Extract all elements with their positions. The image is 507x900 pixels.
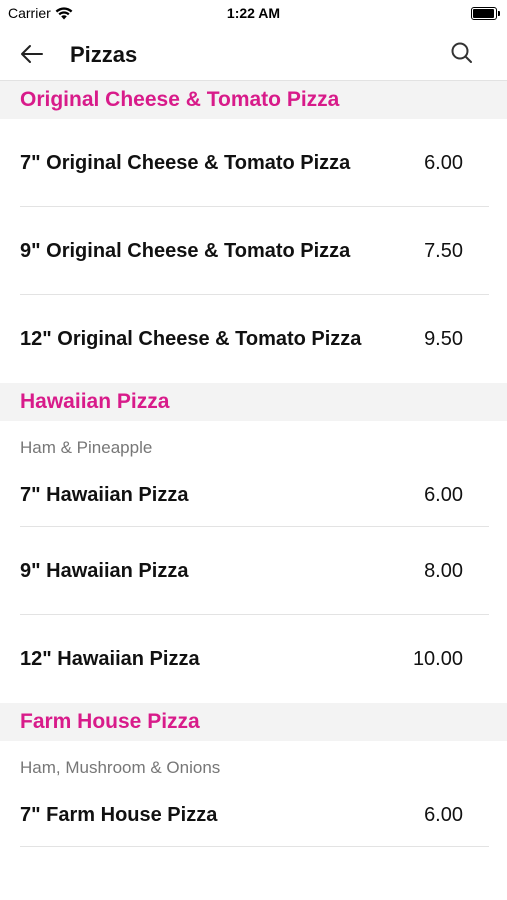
status-time: 1:22 AM — [226, 5, 281, 21]
section-description: Ham, Mushroom & Onions — [20, 758, 221, 777]
status-bar: Carrier 1:22 AM — [0, 0, 507, 28]
menu-item-name: 7" Farm House Pizza — [20, 804, 218, 826]
menu-item-price: 6.00 — [424, 152, 463, 174]
menu-item-price: 9.50 — [424, 328, 463, 350]
section-description: Ham & Pineapple — [20, 438, 153, 457]
section-header-original: Original Cheese & Tomato Pizza — [0, 81, 507, 119]
menu-item[interactable]: 12" Hawaiian Pizza 10.00 — [0, 615, 507, 703]
menu-item-price: 7.50 — [424, 240, 463, 262]
menu-item-name: 7" Original Cheese & Tomato Pizza — [20, 152, 351, 174]
back-arrow-icon[interactable] — [18, 40, 46, 68]
divider — [20, 846, 489, 847]
menu-item-price: 6.00 — [424, 484, 463, 506]
menu-item-price: 6.00 — [424, 804, 463, 826]
section-header-hawaiian: Hawaiian Pizza — [0, 383, 507, 421]
menu-item-price: 10.00 — [412, 648, 463, 670]
menu-item-name: 9" Hawaiian Pizza — [20, 560, 189, 582]
menu-item-price: 8.00 — [424, 560, 463, 582]
menu-item[interactable]: 12" Original Cheese & Tomato Pizza 9.50 — [0, 295, 507, 383]
menu-item-name: 9" Original Cheese & Tomato Pizza — [20, 240, 351, 262]
search-icon[interactable] — [449, 40, 475, 66]
navigation-bar: Pizzas — [0, 28, 507, 81]
menu-item-name: 12" Original Cheese & Tomato Pizza — [20, 328, 362, 350]
menu-item[interactable]: 7" Hawaiian Pizza 6.00 — [0, 463, 507, 527]
page-title: Pizzas — [70, 42, 138, 67]
battery-icon — [471, 7, 500, 20]
menu-item[interactable]: 9" Original Cheese & Tomato Pizza 7.50 — [0, 207, 507, 295]
menu-item[interactable]: 7" Farm House Pizza 6.00 — [0, 783, 507, 847]
menu-item[interactable]: 7" Original Cheese & Tomato Pizza 6.00 — [0, 119, 507, 207]
menu-item[interactable]: 9" Hawaiian Pizza 8.00 — [0, 527, 507, 615]
menu-item-name: 7" Hawaiian Pizza — [20, 484, 189, 506]
menu-item-name: 12" Hawaiian Pizza — [20, 648, 200, 670]
section-header-farmhouse: Farm House Pizza — [0, 703, 507, 741]
